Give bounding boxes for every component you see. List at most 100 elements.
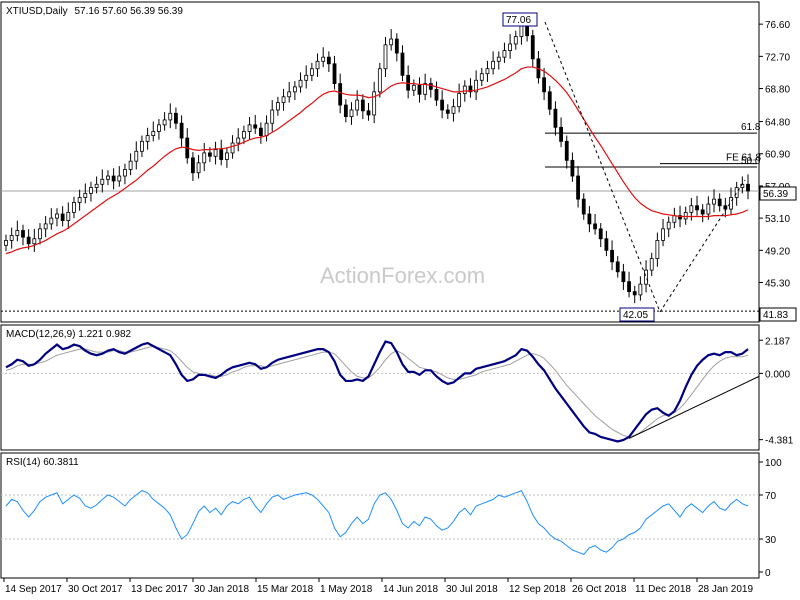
candle-body bbox=[157, 124, 161, 132]
candle-body bbox=[525, 25, 529, 37]
candle-body bbox=[349, 109, 354, 118]
candle-body bbox=[485, 68, 490, 75]
current-price-label: 56.39 bbox=[759, 186, 797, 201]
candle-body bbox=[309, 68, 314, 76]
candle-body bbox=[389, 38, 394, 46]
svg-text:41.83: 41.83 bbox=[763, 310, 788, 321]
macd-title: MACD(12,26,9) 1.221 0.982 bbox=[6, 329, 132, 340]
candle-body bbox=[553, 108, 558, 128]
candle-body bbox=[627, 281, 631, 292]
rsi-y-tick-label: 0 bbox=[765, 568, 771, 579]
x-tick-label: 11 Dec 2018 bbox=[635, 584, 691, 595]
candle-body bbox=[230, 142, 235, 154]
candle-body bbox=[366, 110, 371, 116]
price-y-tick-label: 76.60 bbox=[765, 20, 790, 31]
candle-body bbox=[298, 79, 303, 88]
candle-body bbox=[26, 236, 31, 245]
candle-body bbox=[400, 52, 405, 76]
candle-body bbox=[383, 44, 388, 70]
candle-body bbox=[100, 178, 105, 185]
rsi-y-tick-label: 30 bbox=[765, 535, 777, 546]
candle-body bbox=[406, 74, 411, 91]
candle-body bbox=[434, 88, 439, 101]
candle-body bbox=[292, 86, 297, 93]
candle-body bbox=[326, 56, 331, 65]
price-y-tick-label: 64.80 bbox=[765, 118, 790, 129]
candle-body bbox=[15, 230, 20, 236]
candle-body bbox=[519, 25, 524, 37]
candle-body bbox=[21, 230, 25, 238]
x-tick-label: 30 Oct 2017 bbox=[68, 584, 123, 595]
candle-body bbox=[134, 150, 139, 162]
candle-body bbox=[66, 211, 71, 222]
x-tick-label: 14 Sep 2017 bbox=[5, 584, 62, 595]
candle-body bbox=[564, 140, 569, 161]
candle-body bbox=[508, 43, 513, 51]
candle-body bbox=[683, 211, 688, 220]
price-y-tick-label: 60.90 bbox=[765, 150, 790, 161]
candle-body bbox=[4, 240, 8, 246]
candle-body bbox=[89, 187, 93, 194]
candle-body bbox=[530, 35, 535, 60]
rsi-y-tick-label: 70 bbox=[765, 491, 777, 502]
price-y-tick-label: 49.20 bbox=[765, 246, 790, 257]
candle-body bbox=[202, 152, 207, 164]
candle-body bbox=[672, 215, 677, 223]
x-tick-label: 13 Dec 2017 bbox=[131, 584, 188, 595]
rsi-y-tick-label: 100 bbox=[765, 458, 782, 469]
candle-body bbox=[219, 149, 224, 160]
x-tick-label: 30 Jan 2018 bbox=[194, 584, 249, 595]
candle-body bbox=[32, 238, 37, 245]
rsi-title: RSI(14) 60.3811 bbox=[6, 457, 79, 468]
svg-text:77.06: 77.06 bbox=[506, 15, 531, 26]
candle-body bbox=[615, 261, 620, 273]
candle-body bbox=[77, 197, 82, 203]
candle-body bbox=[208, 152, 212, 157]
candle-body bbox=[462, 85, 467, 94]
candle-body bbox=[394, 38, 399, 54]
x-tick-label: 12 Sep 2018 bbox=[509, 584, 566, 595]
x-tick-label: 28 Jan 2019 bbox=[698, 584, 753, 595]
price-y-tick-label: 72.70 bbox=[765, 52, 790, 63]
price-y-tick-label: 45.30 bbox=[765, 279, 790, 290]
candle-body bbox=[304, 74, 309, 81]
x-tick-label: 26 Oct 2018 bbox=[572, 584, 627, 595]
candle-body bbox=[542, 77, 546, 93]
swing-low-label: 42.05 bbox=[619, 307, 655, 322]
candle-body bbox=[179, 122, 184, 139]
candle-body bbox=[632, 291, 637, 296]
fib-level-label: 61.8 bbox=[741, 122, 761, 133]
candle-body bbox=[440, 99, 445, 111]
x-tick-label: 15 Mar 2018 bbox=[257, 584, 314, 595]
candle-body bbox=[428, 83, 433, 90]
candle-body bbox=[712, 198, 716, 205]
candle-body bbox=[695, 205, 699, 211]
candle-body bbox=[55, 213, 59, 219]
candle-body bbox=[570, 159, 575, 177]
candle-body bbox=[196, 162, 201, 174]
candle-body bbox=[513, 36, 518, 45]
macd-y-tick-label: 2.187 bbox=[765, 336, 790, 347]
candle-body bbox=[258, 127, 263, 136]
candle-body bbox=[123, 169, 127, 177]
candle-body bbox=[332, 63, 337, 84]
chart-canvas: ActionForex.com XTIUSD,Daily 57.16 57.60… bbox=[0, 0, 800, 600]
candle-body bbox=[445, 109, 450, 114]
candle-body bbox=[604, 238, 609, 251]
candle-body bbox=[168, 112, 173, 121]
candle-body bbox=[502, 50, 507, 58]
fib-level-label: 50.0 bbox=[741, 156, 761, 167]
candle-body bbox=[598, 228, 603, 240]
candle-body bbox=[360, 99, 365, 112]
candle-body bbox=[43, 223, 48, 230]
candle-body bbox=[343, 104, 348, 118]
candle-body bbox=[338, 83, 343, 106]
candle-body bbox=[547, 91, 552, 110]
candle-body bbox=[638, 283, 643, 296]
candle-body bbox=[111, 175, 116, 182]
candle-body bbox=[689, 205, 694, 213]
candle-body bbox=[83, 192, 88, 198]
candle-body bbox=[372, 91, 377, 116]
candle-body bbox=[140, 140, 144, 152]
svg-text:56.39: 56.39 bbox=[763, 189, 788, 200]
